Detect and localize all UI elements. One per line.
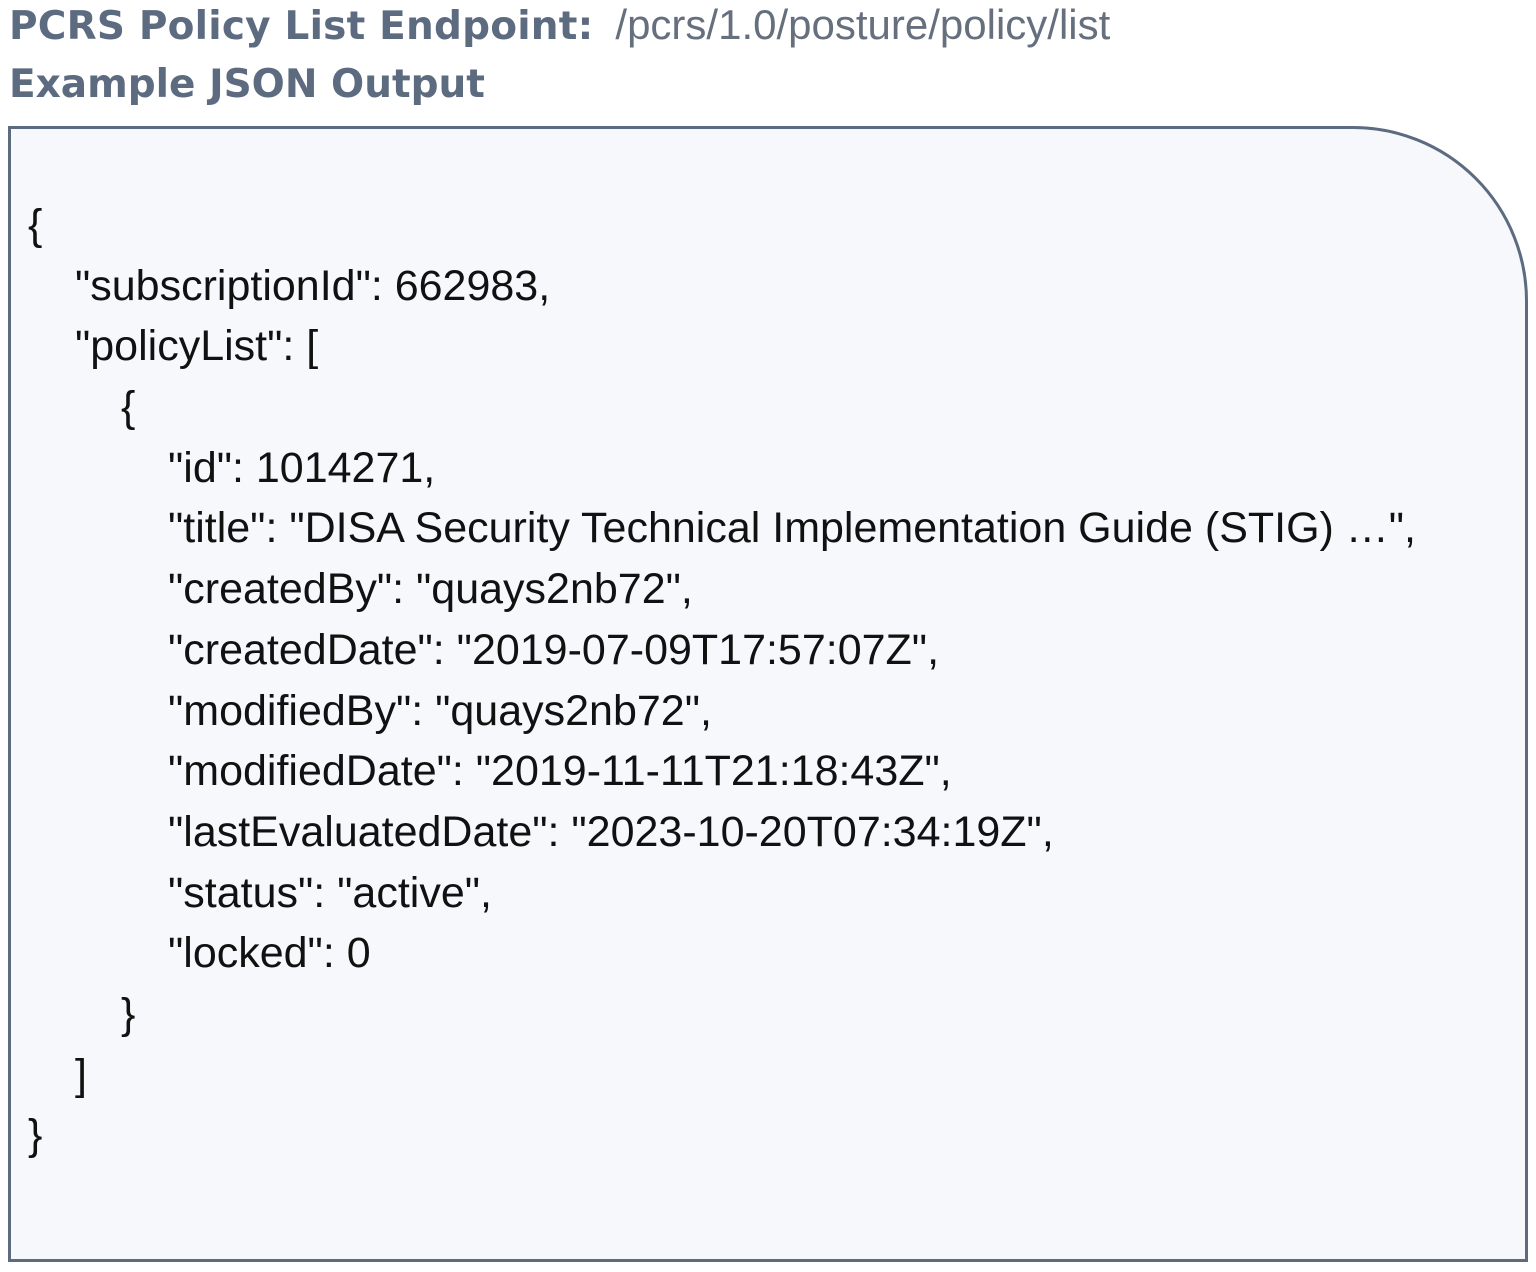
json-code-line: "title": "DISA Security Technical Implem… [168, 504, 1417, 553]
json-code-line: "id": 1014271, [168, 443, 436, 492]
endpoint-label: PCRS Policy List Endpoint: [9, 4, 594, 49]
output-heading: Example JSON Output [9, 62, 485, 107]
json-code-line: "createdBy": "quays2nb72", [168, 565, 693, 614]
json-output-panel: { "subscriptionId": 662983, "policyList": … [8, 126, 1528, 1262]
json-code-line: } [121, 989, 136, 1038]
json-code-line: "modifiedDate": "2019-11-11T21:18:43Z", [168, 747, 952, 796]
json-code-line: } [28, 1111, 43, 1160]
json-code-line: "lastEvaluatedDate": "2023-10-20T07:34:1… [168, 807, 1054, 856]
json-code-line: "locked": 0 [168, 929, 371, 978]
json-code-line: { [121, 383, 136, 432]
json-code-line: "subscriptionId": 662983, [75, 261, 551, 310]
page: { "header": { "endpoint_label": "PCRS Po… [0, 0, 1536, 1272]
endpoint-path: /pcrs/1.0/posture/policy/list [615, 1, 1111, 48]
endpoint-line: PCRS Policy List Endpoint: /pcrs/1.0/post… [9, 0, 1509, 52]
json-code-line: "policyList": [ [75, 322, 319, 371]
json-code-block: { "subscriptionId": 662983, "policyList": … [28, 195, 1416, 1166]
page-header: PCRS Policy List Endpoint: /pcrs/1.0/post… [9, 0, 1509, 107]
json-code-line: { [28, 201, 43, 249]
json-code-line: "status": "active", [168, 868, 492, 917]
json-code-line: "modifiedBy": "quays2nb72", [168, 686, 712, 735]
json-code-line: "createdDate": "2019-07-09T17:57:07Z", [168, 625, 940, 674]
json-code-line: ] [75, 1050, 87, 1099]
